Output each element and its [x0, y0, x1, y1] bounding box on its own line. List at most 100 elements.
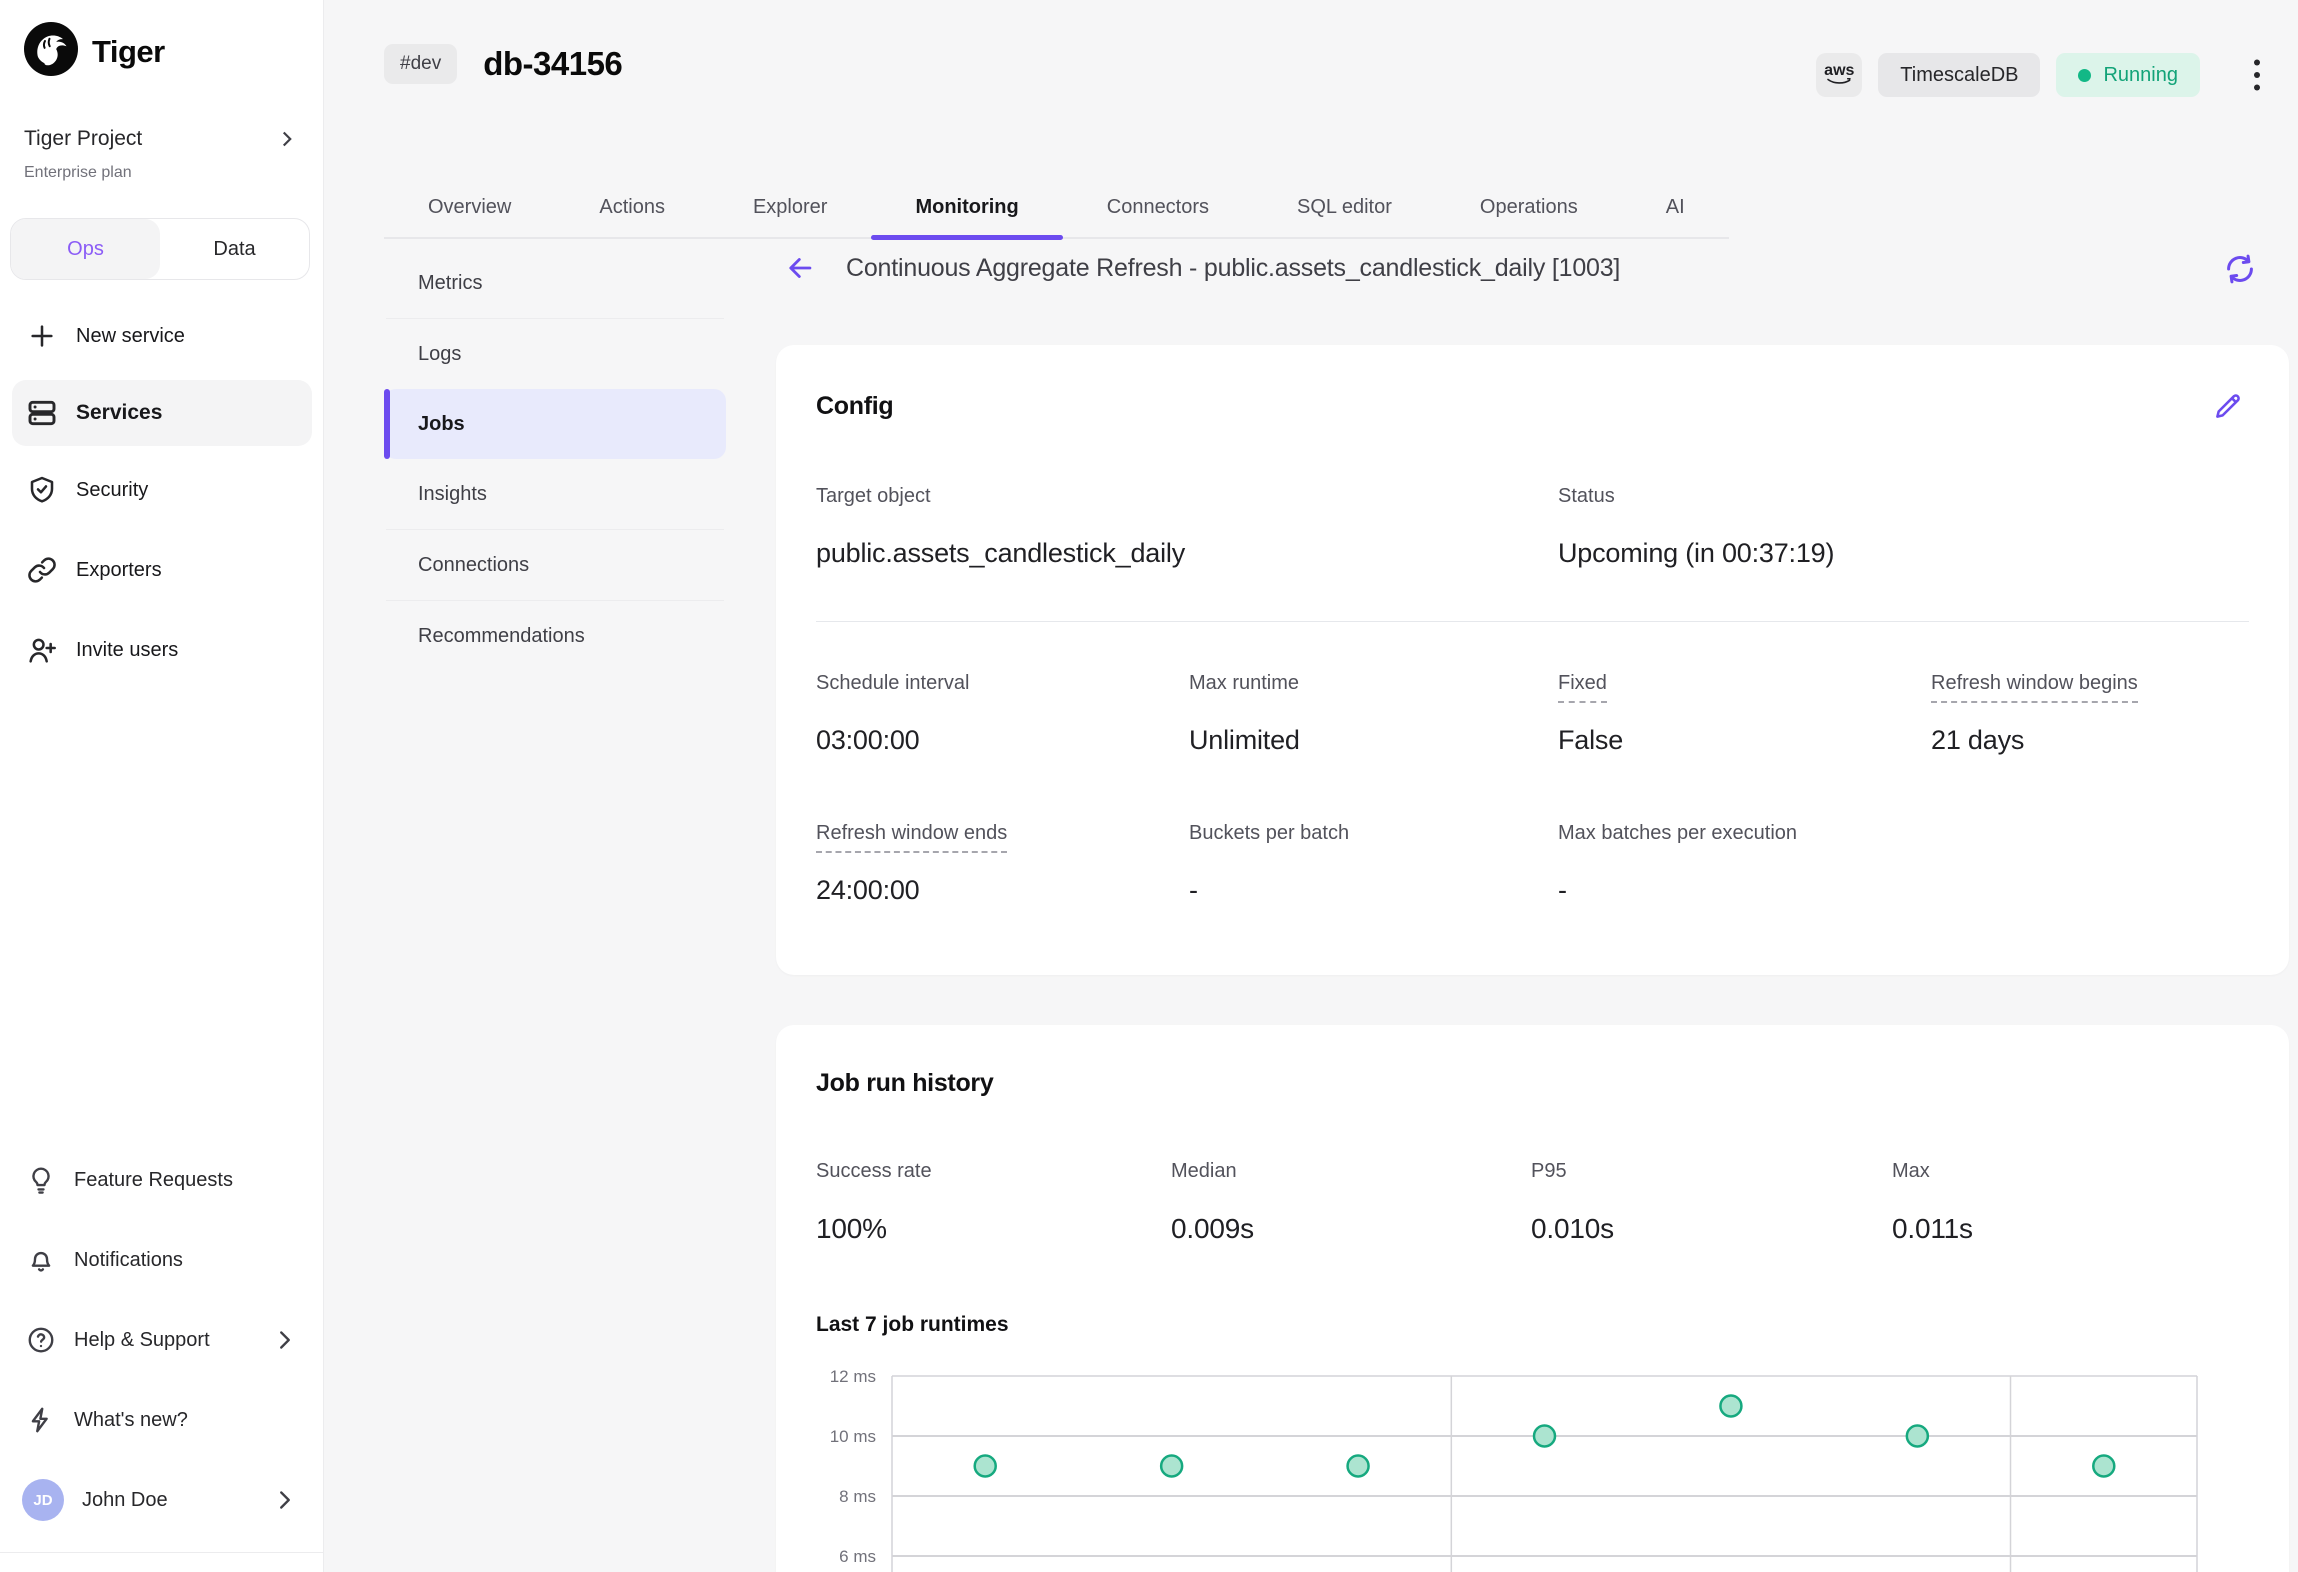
stat-p95: P95 0.010s [1531, 1160, 1892, 1245]
monitoring-subnav: Metrics Logs Jobs Insights Connections R… [384, 248, 726, 671]
shield-check-icon [26, 474, 58, 506]
edit-config-button[interactable] [2211, 389, 2245, 423]
user-menu[interactable]: JD John Doe [0, 1460, 324, 1540]
svg-text:10 ms: 10 ms [830, 1427, 876, 1446]
subnav-item-connections[interactable]: Connections [384, 530, 726, 600]
sidebar-nav: New service Services Security Exporters [0, 296, 324, 690]
tab-sql-editor[interactable]: SQL editor [1253, 196, 1436, 237]
bell-icon [26, 1245, 56, 1275]
sidebar-item-exporters[interactable]: Exporters [0, 530, 324, 610]
job-history-stats: Success rate 100% Median 0.009s P95 0.01… [776, 1160, 2289, 1245]
sidebar-item-help-support[interactable]: Help & Support [0, 1300, 324, 1380]
arrow-left-icon [783, 251, 817, 285]
sidebar-item-whats-new[interactable]: What's new? [0, 1380, 324, 1460]
sidebar-item-services[interactable]: Services [12, 380, 312, 446]
lightbulb-icon [26, 1165, 56, 1195]
toggle-data[interactable]: Data [160, 219, 309, 279]
svg-text:6 ms: 6 ms [839, 1547, 876, 1566]
content: #dev db-34156 aws TimescaleDB Running Ov… [325, 0, 2298, 1572]
tab-monitoring[interactable]: Monitoring [871, 196, 1062, 237]
field-target-object: Target object public.assets_candlestick_… [816, 485, 1558, 569]
aws-smile-icon [1826, 78, 1852, 86]
sidebar-item-invite-users[interactable]: Invite users [0, 610, 324, 690]
svg-text:8 ms: 8 ms [839, 1487, 876, 1506]
sidebar-item-label: New service [76, 325, 185, 348]
header-right: aws TimescaleDB Running [1816, 52, 2272, 98]
tiger-logo-icon [24, 22, 78, 81]
tab-connectors[interactable]: Connectors [1063, 196, 1253, 237]
page-title: Continuous Aggregate Refresh - public.as… [846, 254, 1620, 283]
chevron-right-icon [270, 1485, 300, 1515]
brand[interactable]: Tiger [24, 22, 165, 81]
bolt-icon [26, 1405, 56, 1435]
svg-text:12 ms: 12 ms [830, 1367, 876, 1386]
footer-item-label: Notifications [74, 1249, 183, 1272]
tab-operations[interactable]: Operations [1436, 196, 1622, 237]
sidebar-item-feature-requests[interactable]: Feature Requests [0, 1140, 324, 1220]
project-plan: Enterprise plan [24, 164, 132, 182]
chart-title: Last 7 job runtimes [776, 1313, 2289, 1337]
back-button[interactable] [778, 246, 822, 290]
project-switcher[interactable]: Tiger Project [24, 126, 300, 152]
status-badge: Running [2056, 53, 2200, 97]
chart-container: 12 ms 10 ms 8 ms 6 ms [776, 1363, 2289, 1572]
subnav-item-logs[interactable]: Logs [384, 319, 726, 389]
refresh-icon [2221, 250, 2259, 288]
ops-data-toggle: Ops Data [10, 218, 310, 280]
brand-name: Tiger [92, 34, 165, 70]
avatar: JD [22, 1479, 64, 1521]
field-max-batches-per-execution: Max batches per execution - [1558, 822, 1931, 906]
footer-item-label: Feature Requests [74, 1169, 233, 1192]
runtime-chart: 12 ms 10 ms 8 ms 6 ms [816, 1363, 2249, 1572]
sidebar-divider [0, 1552, 324, 1553]
status-dot [2078, 69, 2091, 82]
refresh-button[interactable] [2221, 250, 2259, 288]
subnav-item-metrics[interactable]: Metrics [384, 248, 726, 318]
stat-success-rate: Success rate 100% [816, 1160, 1171, 1245]
toggle-ops[interactable]: Ops [11, 219, 160, 279]
sidebar-item-notifications[interactable]: Notifications [0, 1220, 324, 1300]
sidebar-item-security[interactable]: Security [0, 450, 324, 530]
tab-overview[interactable]: Overview [384, 196, 555, 237]
pencil-icon [2211, 389, 2245, 423]
service-header: #dev db-34156 [384, 44, 622, 84]
config-card: Config Target object public.assets_candl… [776, 345, 2289, 975]
sidebar-item-label: Invite users [76, 639, 178, 662]
project-name: Tiger Project [24, 127, 142, 151]
service-name: db-34156 [483, 45, 622, 83]
subnav-item-insights[interactable]: Insights [384, 459, 726, 529]
kebab-menu-button[interactable] [2242, 52, 2272, 98]
chevron-right-icon [274, 126, 300, 152]
subnav-item-jobs[interactable]: Jobs [384, 389, 726, 459]
config-row-3: Refresh window ends 24:00:00 Buckets per… [776, 822, 2289, 906]
app: Tiger Tiger Project Enterprise plan Ops … [0, 0, 2298, 1572]
sidebar: Tiger Tiger Project Enterprise plan Ops … [0, 0, 324, 1572]
chevron-right-icon [270, 1325, 300, 1355]
status-label: Running [2103, 64, 2178, 87]
help-circle-icon [26, 1325, 56, 1355]
footer-item-label: Help & Support [74, 1329, 210, 1352]
field-status: Status Upcoming (in 00:37:19) [1558, 485, 2249, 569]
sidebar-item-label: Security [76, 479, 148, 502]
services-icon [26, 397, 58, 429]
stat-max: Max 0.011s [1892, 1160, 2249, 1245]
sidebar-item-new-service[interactable]: New service [0, 296, 324, 376]
tab-explorer[interactable]: Explorer [709, 196, 871, 237]
page-title-row: Continuous Aggregate Refresh - public.as… [776, 246, 2289, 290]
config-heading: Config [816, 392, 893, 421]
subnav-item-recommendations[interactable]: Recommendations [384, 601, 726, 671]
user-name: John Doe [82, 1489, 168, 1512]
sidebar-footer: Feature Requests Notifications Help & Su… [0, 1140, 324, 1540]
field-max-runtime: Max runtime Unlimited [1189, 672, 1558, 756]
stat-median: Median 0.009s [1171, 1160, 1531, 1245]
config-row-1: Target object public.assets_candlestick_… [776, 485, 2289, 569]
job-history-heading: Job run history [816, 1069, 993, 1098]
link-icon [26, 554, 58, 586]
plus-icon [26, 320, 58, 352]
db-type-badge: TimescaleDB [1878, 53, 2040, 97]
sidebar-item-label: Services [76, 401, 162, 425]
field-fixed: Fixed False [1558, 672, 1931, 756]
field-refresh-window-begins: Refresh window begins 21 days [1931, 672, 2249, 756]
tab-ai[interactable]: AI [1622, 196, 1729, 237]
tab-actions[interactable]: Actions [555, 196, 709, 237]
